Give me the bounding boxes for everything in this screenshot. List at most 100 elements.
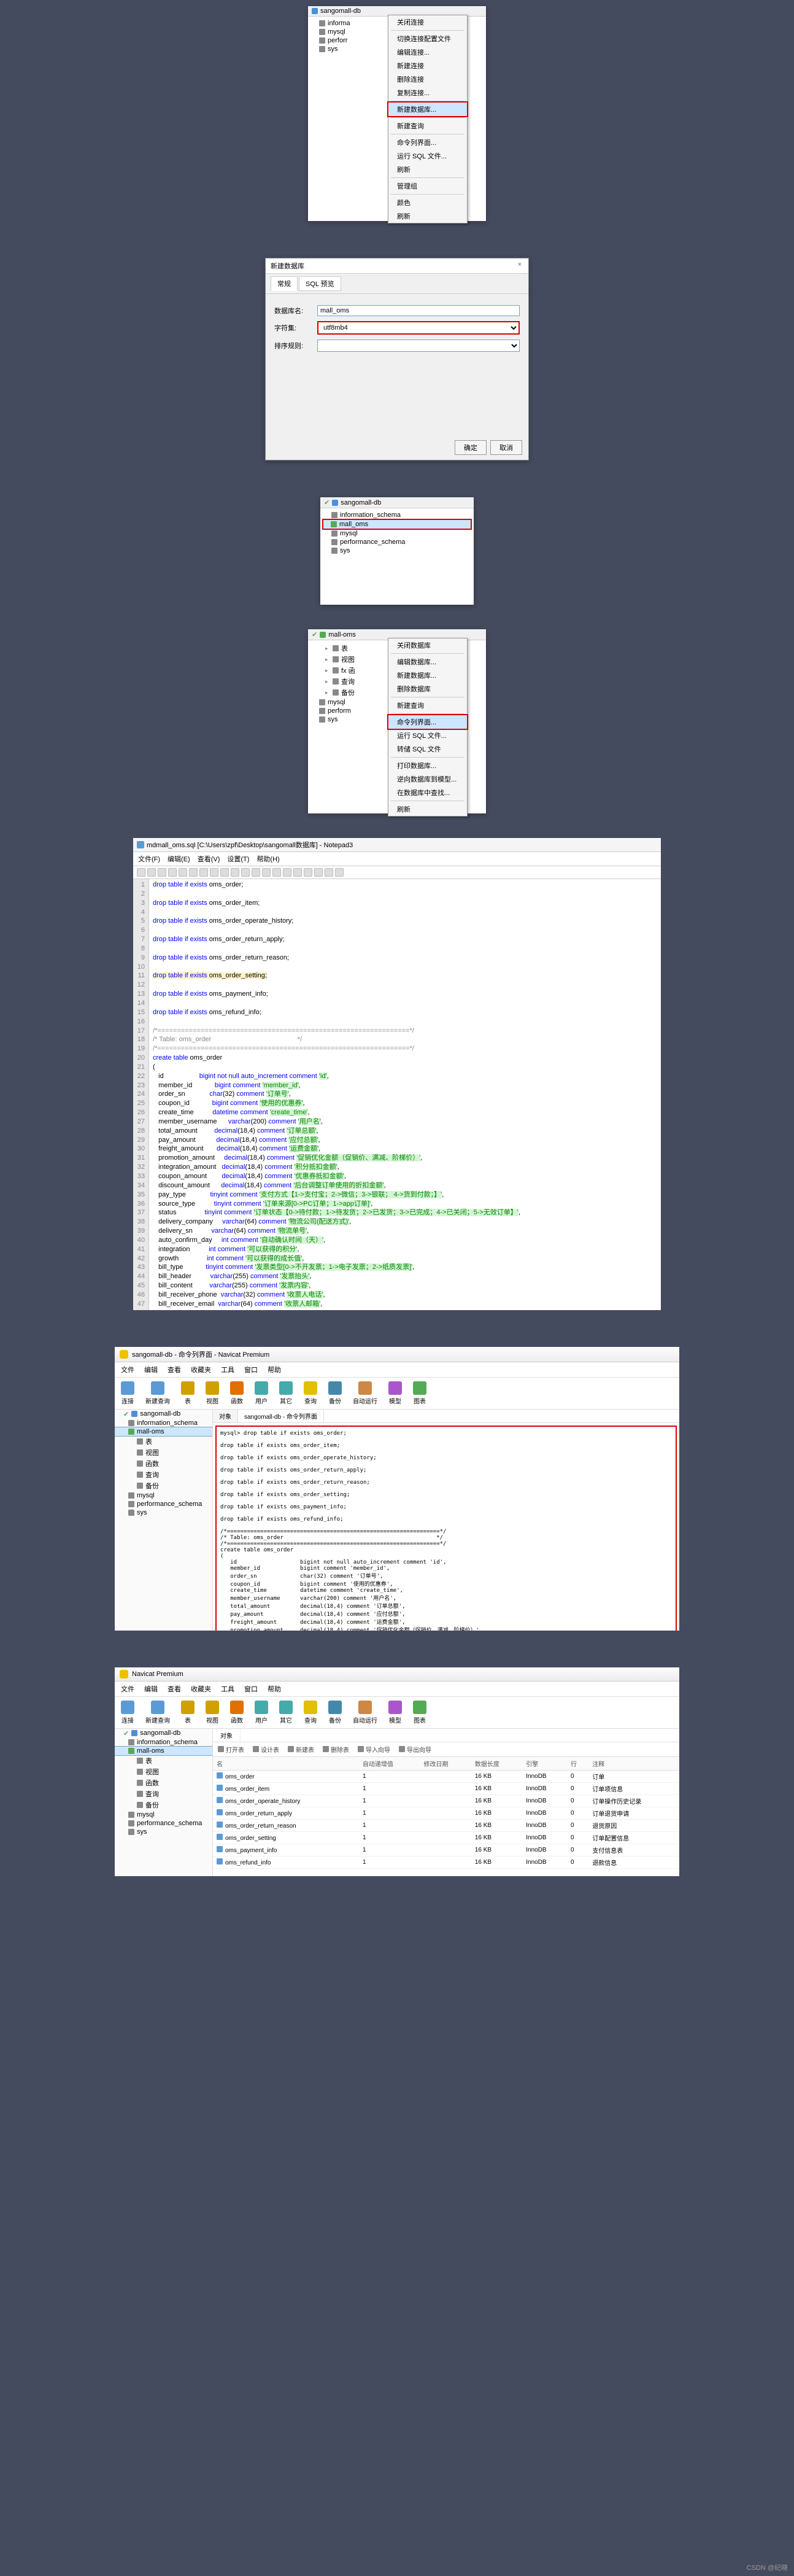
menu-item[interactable]: 编辑 (144, 1365, 158, 1375)
tool-button[interactable]: 函数 (230, 1701, 244, 1724)
menu-item[interactable]: 收藏夹 (191, 1365, 211, 1375)
menu-item[interactable]: 运行 SQL 文件... (388, 729, 467, 742)
menu-item[interactable]: 删除连接 (388, 72, 467, 86)
menu-item[interactable]: 新建连接 (388, 59, 467, 72)
menu-item[interactable]: 新建查询 (388, 119, 467, 133)
navicat-menubar[interactable]: 文件编辑查看收藏夹工具窗口帮助 (115, 1362, 679, 1378)
obj-tool[interactable]: 设计表 (253, 1745, 279, 1754)
table-row[interactable]: oms_refund_info116 KBInnoDB0退款信息 (213, 1856, 679, 1868)
menu-item[interactable]: 关闭数据库 (388, 638, 467, 652)
db-tree[interactable]: information_schemamall_omsmysqlperforman… (320, 508, 474, 557)
object-toolbar[interactable]: 打开表设计表新建表删除表导入向导导出向导 (213, 1742, 679, 1757)
tool-button[interactable]: 连接 (121, 1381, 134, 1405)
tool-button[interactable]: 用户 (255, 1701, 268, 1724)
cancel-button[interactable]: 取消 (490, 440, 522, 455)
menu-item[interactable]: 帮助 (268, 1365, 281, 1375)
table-row[interactable]: oms_order_setting116 KBInnoDB0订单配置信息 (213, 1831, 679, 1844)
menu-item[interactable]: 新建数据库... (388, 669, 467, 682)
tool-button[interactable]: 连接 (121, 1701, 134, 1724)
table-row[interactable]: oms_order_item116 KBInnoDB0订单项信息 (213, 1782, 679, 1794)
main-tabs[interactable]: 对象 sangomall-db - 命令列界面 (213, 1410, 679, 1423)
context-menu[interactable]: 关闭数据库编辑数据库...新建数据库...删除数据库新建查询命令列界面...运行… (388, 638, 468, 817)
editor[interactable]: 1234567891011121314151617181920212223242… (133, 879, 661, 1310)
tool-button[interactable]: 其它 (279, 1381, 293, 1405)
tab-general[interactable]: 常规 (271, 276, 298, 291)
menu-item[interactable]: 设置(T) (227, 854, 249, 864)
menu-item[interactable]: 工具 (221, 1365, 234, 1375)
menu-item[interactable]: 删除数据库 (388, 682, 467, 696)
menu-item[interactable]: 颜色 (388, 196, 467, 209)
dbname-input[interactable] (317, 305, 520, 316)
tool-button[interactable]: 图表 (413, 1701, 426, 1724)
charset-select[interactable]: utf8mb4 (317, 321, 520, 335)
tab-objects[interactable]: 对象 (213, 1729, 241, 1742)
menu-item[interactable]: 查看 (168, 1365, 181, 1375)
table-row[interactable]: oms_order_operate_history116 KBInnoDB0订单… (213, 1794, 679, 1807)
context-menu[interactable]: 关闭连接切换连接配置文件编辑连接...新建连接删除连接复制连接... 新建数据库.… (388, 15, 468, 223)
menu-item[interactable]: 新建数据库... (387, 101, 468, 117)
table-row[interactable]: oms_payment_info116 KBInnoDB0支付信息表 (213, 1844, 679, 1856)
obj-tool[interactable]: 新建表 (288, 1745, 314, 1754)
menu-item[interactable]: 复制连接... (388, 86, 467, 99)
tool-button[interactable]: 视图 (206, 1381, 219, 1405)
tool-button[interactable]: 模型 (388, 1701, 402, 1724)
tool-button[interactable]: 其它 (279, 1701, 293, 1724)
menu-item[interactable]: 新建查询 (388, 699, 467, 712)
navicat-sidebar[interactable]: ✔sangomall-dbinformation_schemamall-oms表… (115, 1410, 213, 1631)
menu-item[interactable]: 编辑 (144, 1684, 158, 1694)
menu-item[interactable]: 管理组 (388, 179, 467, 193)
menu-item[interactable]: 转储 SQL 文件 (388, 742, 467, 756)
obj-tool[interactable]: 删除表 (323, 1745, 349, 1754)
menu-item[interactable]: 打印数据库... (388, 759, 467, 772)
tool-button[interactable]: 函数 (230, 1381, 244, 1405)
table-row[interactable]: oms_order_return_reason116 KBInnoDB0退货原因 (213, 1819, 679, 1831)
menu-item[interactable]: 命令列界面... (388, 136, 467, 149)
menu-item[interactable]: 切换连接配置文件 (388, 32, 467, 45)
tables-grid[interactable]: 名自动递增值修改日期数据长度引擎行注释 oms_order116 KBInnoD… (213, 1757, 679, 1869)
navicat-toolbar[interactable]: 连接新建查询表视图函数用户其它查询备份自动运行模型图表 (115, 1378, 679, 1410)
menu-item[interactable]: 关闭连接 (388, 15, 467, 29)
tree-item[interactable]: performance_schema (323, 538, 471, 546)
menu-item[interactable]: 查看 (168, 1684, 181, 1694)
tree-item[interactable]: information_schema (323, 511, 471, 519)
menu-item[interactable]: 编辑连接... (388, 45, 467, 59)
tree-item[interactable]: sys (323, 546, 471, 555)
table-row[interactable]: oms_order_return_apply116 KBInnoDB0订单退货申… (213, 1807, 679, 1819)
tree-item[interactable]: mall_oms (322, 519, 472, 530)
tab-sql-preview[interactable]: SQL 预览 (299, 276, 341, 291)
menu-item[interactable]: 文件 (121, 1684, 134, 1694)
menu-item[interactable]: 刷新 (388, 209, 467, 223)
menu-item[interactable]: 运行 SQL 文件... (388, 149, 467, 163)
collation-select[interactable] (317, 339, 520, 352)
tool-button[interactable]: 自动运行 (353, 1701, 377, 1724)
menu-item[interactable]: 窗口 (244, 1684, 258, 1694)
menu-item[interactable]: 刷新 (388, 163, 467, 176)
menu-item[interactable]: 命令列界面... (387, 714, 468, 730)
obj-tool[interactable]: 导入向导 (358, 1745, 390, 1754)
obj-tool[interactable]: 导出向导 (399, 1745, 431, 1754)
menu-item[interactable]: 文件 (121, 1365, 134, 1375)
menu-item[interactable]: 刷新 (388, 802, 467, 816)
tool-button[interactable]: 视图 (206, 1701, 219, 1724)
tree-item[interactable]: mysql (323, 529, 471, 538)
tool-button[interactable]: 查询 (304, 1701, 317, 1724)
menu-item[interactable]: 帮助(H) (256, 854, 279, 864)
tool-button[interactable]: 表 (181, 1381, 195, 1405)
navicat-toolbar[interactable]: 连接新建查询表视图函数用户其它查询备份自动运行模型图表 (115, 1697, 679, 1729)
notepad-menubar[interactable]: 文件(F)编辑(E)查看(V)设置(T)帮助(H) (133, 852, 661, 866)
tool-button[interactable]: 备份 (328, 1381, 342, 1405)
tool-button[interactable]: 查询 (304, 1381, 317, 1405)
tab-objects[interactable]: 对象 (213, 1410, 238, 1422)
navicat-menubar[interactable]: 文件编辑查看收藏夹工具窗口帮助 (115, 1682, 679, 1697)
navicat-sidebar[interactable]: ✔sangomall-dbinformation_schemamall-oms表… (115, 1729, 213, 1876)
menu-item[interactable]: 帮助 (268, 1684, 281, 1694)
tool-button[interactable]: 表 (181, 1701, 195, 1724)
tool-button[interactable]: 自动运行 (353, 1381, 377, 1405)
tool-button[interactable]: 新建查询 (145, 1381, 170, 1405)
menu-item[interactable]: 文件(F) (138, 854, 160, 864)
menu-item[interactable]: 查看(V) (198, 854, 220, 864)
menu-item[interactable]: 逆向数据库到模型... (388, 772, 467, 786)
notepad-toolbar[interactable] (133, 866, 661, 879)
code-area[interactable]: drop table if exists oms_order; drop tab… (149, 879, 524, 1310)
table-row[interactable]: oms_order116 KBInnoDB0订单 (213, 1770, 679, 1782)
